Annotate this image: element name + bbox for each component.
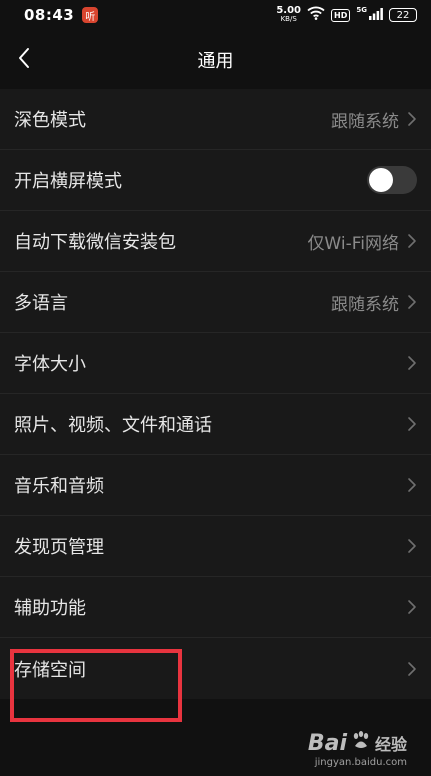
status-left: 08:43 听 [24,6,99,24]
cellular-signal: 5G [356,6,383,24]
settings-item-music-audio[interactable]: 音乐和音频 [0,455,431,516]
toggle-knob [369,168,393,192]
page-title: 通用 [197,51,234,72]
chevron-right-icon [407,416,417,432]
landscape-mode-toggle[interactable] [367,166,417,194]
settings-item-auto-download[interactable]: 自动下载微信安装包 仅Wi-Fi网络 [0,211,431,272]
settings-item-label: 字体大小 [14,354,86,375]
settings-item-label: 开启横屏模式 [14,171,122,192]
settings-item-label: 发现页管理 [14,537,104,558]
back-button[interactable] [6,42,42,78]
settings-item-media-calls[interactable]: 照片、视频、文件和通话 [0,394,431,455]
chevron-right-icon [407,661,417,677]
watermark-suffix: 经验 [374,735,407,754]
settings-item-value: 仅Wi-Fi网络 [307,233,399,254]
hd-voice-badge: HD [331,8,351,22]
settings-item-label: 存储空间 [14,659,86,681]
signal-label: 5G [356,6,367,14]
settings-list: 深色模式 跟随系统 开启横屏模式 自动下载微信安装包 仅Wi-Fi网络 多语言 … [0,89,431,699]
chevron-right-icon [407,538,417,554]
chevron-left-icon [17,47,31,73]
network-speed-unit: KB/S [280,15,297,23]
settings-item-landscape-mode: 开启横屏模式 [0,150,431,211]
watermark-url: jingyan.baidu.com [314,757,407,768]
settings-item-font-size[interactable]: 字体大小 [0,333,431,394]
settings-item-storage[interactable]: 存储空间 [0,638,431,699]
network-speed: 5.00 KB/S [276,6,301,24]
settings-item-dark-mode[interactable]: 深色模式 跟随系统 [0,89,431,150]
nav-bar: 通用 [0,30,431,90]
settings-item-value: 跟随系统 [331,294,399,315]
status-right: 5.00 KB/S HD 5G 22 [276,6,417,24]
settings-item-label: 音乐和音频 [14,476,104,497]
paw-icon [350,729,372,757]
chevron-right-icon [407,294,417,310]
settings-item-label: 自动下载微信安装包 [14,232,176,253]
settings-item-label: 照片、视频、文件和通话 [14,415,212,436]
settings-item-language[interactable]: 多语言 跟随系统 [0,272,431,333]
watermark-brand: Bai [307,730,347,756]
settings-item-label: 深色模式 [14,110,86,131]
app-notification-icon: 听 [82,7,99,23]
chevron-right-icon [407,233,417,249]
battery-indicator: 22 [389,8,417,22]
settings-item-label: 辅助功能 [14,598,86,619]
settings-item-discover-management[interactable]: 发现页管理 [0,516,431,577]
baidu-jingyan-watermark: Bai 经验 jingyan.baidu.com [308,729,407,769]
network-speed-value: 5.00 [276,5,302,16]
wifi-icon [307,6,325,24]
chevron-right-icon [407,599,417,615]
chevron-right-icon [407,355,417,371]
chevron-right-icon [407,477,417,493]
signal-bars-icon [369,6,383,24]
chevron-right-icon [407,111,417,127]
settings-item-value: 跟随系统 [331,111,399,132]
watermark-logo: Bai 经验 [308,729,407,757]
settings-item-label: 多语言 [14,293,68,314]
settings-item-accessibility[interactable]: 辅助功能 [0,577,431,638]
status-bar: 08:43 听 5.00 KB/S HD 5G 22 [0,0,431,30]
status-time: 08:43 [24,6,75,24]
